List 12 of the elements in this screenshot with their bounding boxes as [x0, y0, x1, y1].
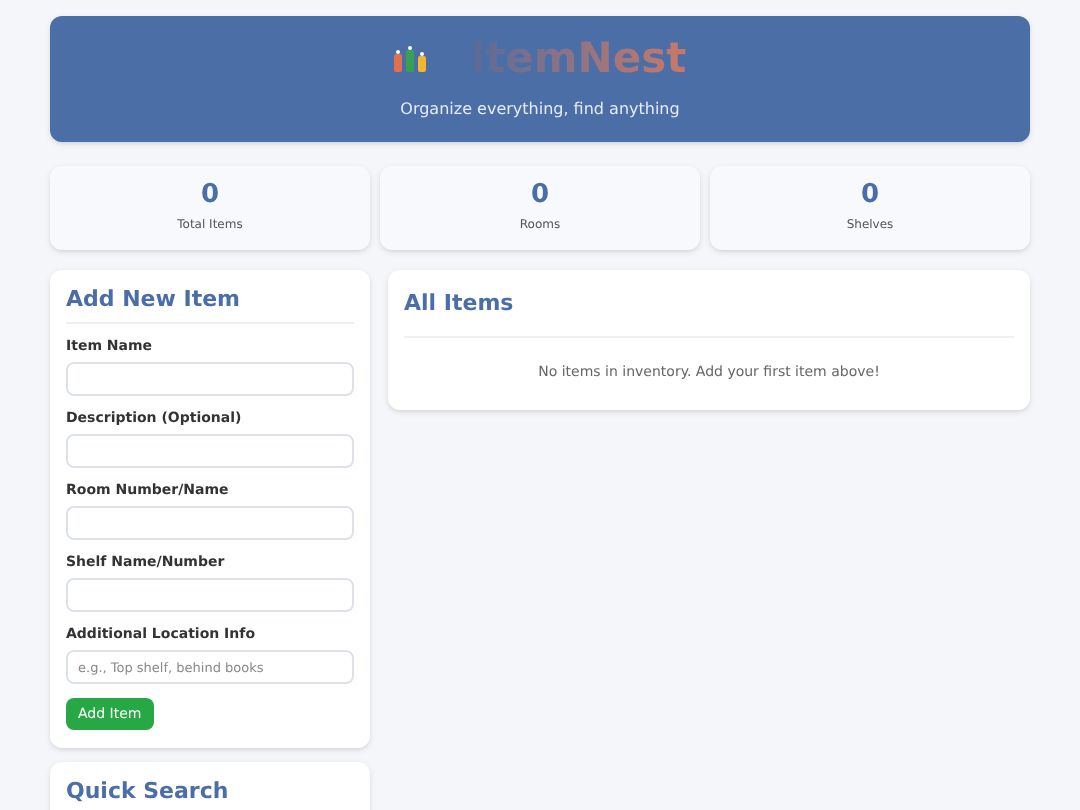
stat-value: 0: [200, 182, 220, 208]
stat-value: 0: [860, 182, 880, 208]
input-field[interactable]: [66, 362, 354, 396]
stat-value: 0: [530, 182, 550, 208]
card-title: All Items: [404, 288, 1014, 337]
input-field[interactable]: [66, 578, 354, 612]
input-field[interactable]: [66, 506, 354, 540]
app-subtitle: Organize everything, find anything: [400, 97, 680, 121]
card-title: Quick Search: [66, 778, 231, 806]
input-field[interactable]: [66, 434, 354, 468]
card-title: Add New Item: [66, 286, 354, 324]
bottles-icon: [393, 44, 426, 72]
